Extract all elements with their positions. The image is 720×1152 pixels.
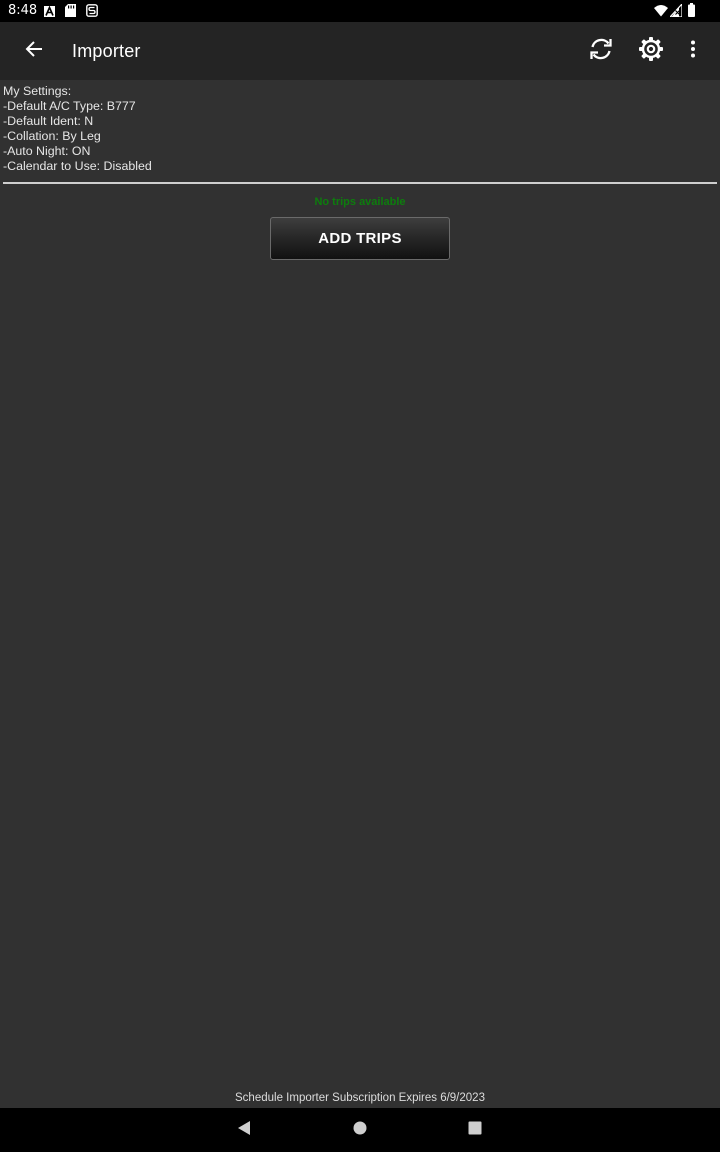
settings-divider — [3, 182, 717, 184]
settings-header: My Settings: — [3, 84, 72, 98]
system-nav-bar — [0, 1108, 720, 1152]
back-button[interactable] — [12, 29, 56, 73]
setting-calendar: -Calendar to Use: Disabled — [3, 159, 152, 173]
settings-button[interactable] — [629, 29, 673, 73]
setting-auto-night: -Auto Night: ON — [3, 144, 91, 158]
home-circle-icon — [353, 1121, 367, 1140]
app-bar: Importer — [0, 22, 720, 80]
recents-square-icon — [468, 1121, 482, 1140]
setting-ac-type: -Default A/C Type: B777 — [3, 99, 136, 113]
nav-recents-button[interactable] — [459, 1114, 491, 1146]
subscription-status: Schedule Importer Subscription Expires 6… — [235, 1092, 485, 1104]
setting-ident: -Default Ident: N — [3, 114, 94, 128]
refresh-icon — [588, 36, 614, 67]
back-triangle-icon — [237, 1120, 251, 1141]
empty-trips-message: No trips available — [314, 196, 406, 208]
arrow-left-icon — [25, 40, 43, 63]
nav-home-button[interactable] — [344, 1114, 376, 1146]
setting-collation: -Collation: By Leg — [3, 129, 101, 143]
status-time: 8:48 — [8, 3, 38, 18]
refresh-button[interactable] — [579, 29, 623, 73]
sync-s-icon — [86, 4, 98, 22]
settings-gear-icon — [638, 36, 664, 67]
page-title: Importer — [72, 41, 141, 61]
add-trips-button[interactable]: ADD TRIPS — [270, 217, 450, 260]
wifi-icon — [654, 4, 668, 22]
battery-icon — [688, 3, 695, 22]
overflow-menu-button[interactable] — [671, 29, 715, 73]
signal-icon — [668, 2, 683, 22]
settings-summary: My Settings: -Default A/C Type: B777 -De… — [3, 84, 152, 174]
nav-back-button[interactable] — [228, 1114, 260, 1146]
sd-card-icon — [65, 4, 76, 22]
overflow-menu-icon — [690, 40, 696, 63]
font-a-icon — [44, 4, 55, 22]
status-bar: 8:48 — [0, 0, 720, 22]
